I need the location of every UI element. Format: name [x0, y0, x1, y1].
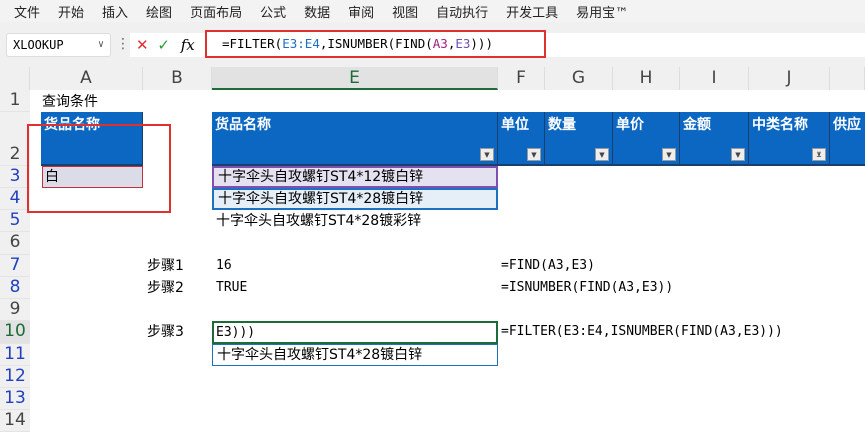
menu-developer[interactable]: 开发工具	[506, 2, 558, 21]
menu-draw[interactable]: 绘图	[146, 2, 172, 21]
row-header[interactable]: 11	[0, 344, 30, 366]
formula-text: =FILTER(	[222, 36, 283, 51]
menu-easy-tool[interactable]: 易用宝™	[576, 2, 628, 21]
header-label: 金额	[683, 117, 711, 133]
filter-dropdown-icon[interactable]: ▼	[731, 148, 745, 161]
menu-formulas[interactable]: 公式	[260, 2, 286, 21]
row-header[interactable]: 5	[0, 210, 30, 232]
menu-insert[interactable]: 插入	[102, 2, 128, 21]
cell-b8[interactable]: 步骤2	[147, 277, 184, 299]
cell-f7[interactable]: =FIND(A3,E3)	[501, 255, 595, 277]
formula-ref: E3	[455, 36, 471, 51]
menu-data[interactable]: 数据	[304, 2, 330, 21]
name-box[interactable]: XLOOKUP ∨	[6, 33, 111, 57]
col-header-i[interactable]: I	[680, 67, 749, 90]
row-header[interactable]: 13	[0, 388, 30, 410]
cell-a1[interactable]: 查询条件	[42, 91, 98, 113]
header-quantity[interactable]: 数量 ▼	[545, 112, 613, 166]
formula-input-rest[interactable]	[546, 33, 865, 57]
cell-b10[interactable]: 步骤3	[147, 321, 184, 343]
select-all[interactable]	[0, 67, 30, 90]
formula-text: ,ISNUMBER(FIND(	[319, 36, 433, 51]
row-header[interactable]: 8	[0, 277, 30, 299]
confirm-icon[interactable]: ✓	[157, 36, 170, 54]
cell-e11-spill[interactable]: 十字伞头自攻螺钉ST4*28镀白锌	[212, 344, 498, 366]
menu-home[interactable]: 开始	[58, 2, 84, 21]
menu-review[interactable]: 审阅	[348, 2, 374, 21]
header-price[interactable]: 单价 ▼	[613, 112, 680, 166]
fx-icon[interactable]: fx	[181, 36, 195, 54]
row-header[interactable]: 10	[0, 321, 30, 344]
col-header-j[interactable]: J	[749, 67, 830, 90]
cell-f8[interactable]: =ISNUMBER(FIND(A3,E3))	[501, 277, 673, 299]
name-box-value: XLOOKUP	[13, 38, 64, 52]
header-amount[interactable]: 金额 ▼	[680, 112, 749, 166]
cell-e4[interactable]: 十字伞头自攻螺钉ST4*28镀白锌	[212, 188, 498, 210]
cell-e3[interactable]: 十字伞头自攻螺钉ST4*12镀白锌	[212, 166, 498, 188]
header-label: 数量	[548, 117, 576, 133]
row-header[interactable]: 6	[0, 232, 30, 255]
menu-view[interactable]: 视图	[392, 2, 418, 21]
filter-dropdown-icon[interactable]: ▼	[527, 148, 541, 161]
row-header[interactable]: 4	[0, 188, 30, 210]
row-header[interactable]: 2	[0, 112, 30, 166]
cancel-icon[interactable]: ✕	[136, 36, 149, 54]
filter-active-icon[interactable]: ⊻	[812, 148, 826, 161]
cell-e5[interactable]: 十字伞头自攻螺钉ST4*28镀彩锌	[216, 210, 421, 232]
header-label: 单价	[616, 117, 644, 133]
formula-input[interactable]: =FILTER(E3:E4,ISNUMBER(FIND(A3,E3)))	[205, 30, 546, 58]
col-header-k[interactable]	[830, 67, 865, 90]
row-header[interactable]: 14	[0, 410, 30, 432]
row-header[interactable]: 7	[0, 255, 30, 277]
header-category[interactable]: 中类名称 ⊻	[749, 112, 830, 166]
header-unit[interactable]: 单位 ▼	[498, 112, 545, 166]
header-label: 供应	[833, 117, 861, 133]
row-header[interactable]: 3	[0, 166, 30, 188]
formula-buttons: ✕ ✓ fx	[130, 33, 205, 57]
col-header-g[interactable]: G	[545, 67, 613, 90]
menu-automate[interactable]: 自动执行	[436, 2, 488, 21]
header-label: 单位	[501, 117, 529, 133]
col-header-e[interactable]: E	[212, 67, 498, 90]
cell-e7[interactable]: 16	[216, 255, 232, 277]
header-label: 中类名称	[752, 117, 808, 133]
filter-dropdown-icon[interactable]: ▼	[595, 148, 609, 161]
col-header-f[interactable]: F	[498, 67, 545, 90]
formula-ref: A3	[432, 36, 448, 51]
cell-f10[interactable]: =FILTER(E3:E4,ISNUMBER(FIND(A3,E3)))	[501, 321, 783, 343]
header-product-name[interactable]: 货品名称 ▼	[212, 112, 498, 166]
chevron-down-icon[interactable]: ∨	[98, 34, 104, 56]
menu-file[interactable]: 文件	[14, 2, 40, 21]
formula-ref: E3:E4	[282, 36, 320, 51]
col-header-b[interactable]: B	[143, 67, 212, 90]
header-supplier[interactable]: 供应	[830, 112, 865, 166]
row-header[interactable]: 9	[0, 299, 30, 321]
row-header[interactable]: 1	[0, 90, 30, 112]
row-header[interactable]: 12	[0, 366, 30, 388]
menu-bar: 文件 开始 插入 绘图 页面布局 公式 数据 审阅 视图 自动执行 开发工具 易…	[0, 0, 865, 22]
filter-dropdown-icon[interactable]: ▼	[662, 148, 676, 161]
cell-e8[interactable]: TRUE	[216, 277, 247, 299]
cell-b7[interactable]: 步骤1	[147, 255, 184, 277]
col-header-a[interactable]: A	[30, 67, 143, 90]
filter-dropdown-icon[interactable]: ▼	[480, 148, 494, 161]
cell-e10-editing[interactable]: E3)))	[212, 321, 498, 344]
highlight-box	[27, 124, 171, 213]
col-header-h[interactable]: H	[613, 67, 680, 90]
menu-page-layout[interactable]: 页面布局	[190, 2, 242, 21]
header-label: 货品名称	[215, 117, 271, 133]
more-icon: ⋮	[116, 36, 130, 52]
formula-text: )))	[470, 36, 493, 51]
